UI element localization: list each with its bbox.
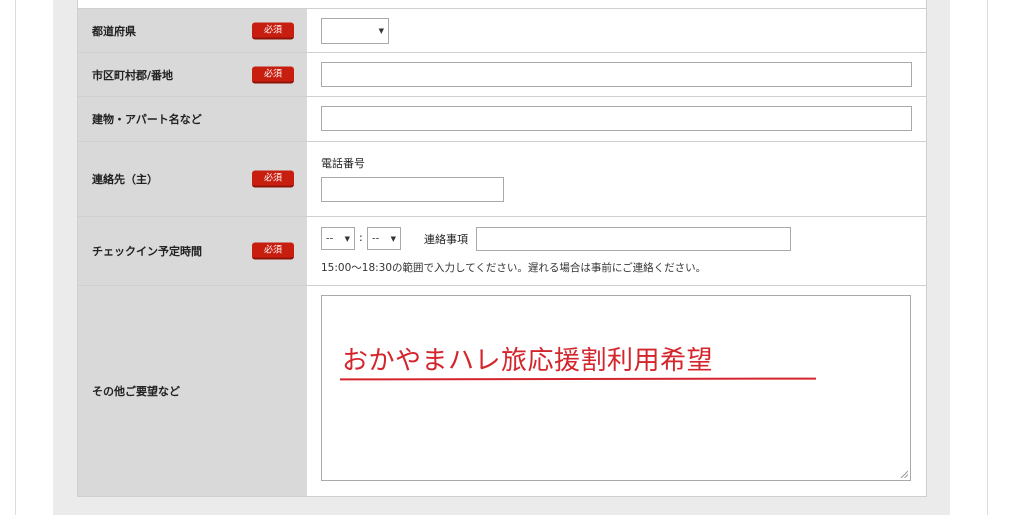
- checkin-minute-select[interactable]: -- ▼: [367, 227, 401, 250]
- required-badge: 必須: [252, 170, 294, 188]
- handwritten-request-text: おかやまハレ旅応援割利用希望: [342, 346, 714, 376]
- field-cell: [307, 53, 926, 96]
- phone-input[interactable]: [321, 177, 504, 202]
- city-address-input[interactable]: [321, 62, 912, 87]
- label-cell: チェックイン予定時間 必須: [78, 217, 307, 285]
- row-checkin: チェックイン予定時間 必須 -- ▼ : -- ▼ 連絡事項 15:00～18:…: [78, 217, 926, 286]
- checkin-label: チェックイン予定時間: [92, 245, 202, 258]
- prefecture-label: 都道府県: [92, 24, 136, 38]
- city-address-label: 市区町村郡/番地: [92, 68, 174, 82]
- other-requests-textarea[interactable]: おかやまハレ旅応援割利用希望: [321, 295, 911, 481]
- building-input[interactable]: [321, 106, 912, 131]
- required-badge: 必須: [252, 242, 294, 260]
- row-prefecture: 都道府県 必須 ▼: [78, 8, 926, 53]
- label-cell: 市区町村郡/番地 必須: [78, 53, 307, 96]
- row-building: 建物・アパート名など: [78, 97, 926, 142]
- label-cell: 連絡先（主） 必須: [78, 142, 307, 216]
- row-contact: 連絡先（主） 必須 電話番号: [78, 142, 926, 217]
- label-cell: その他ご要望など: [78, 286, 307, 496]
- notes-label: 連絡事項: [424, 233, 468, 246]
- prefecture-select[interactable]: ▼: [321, 18, 389, 44]
- field-cell: -- ▼ : -- ▼ 連絡事項 15:00～18:30の範囲で入力してください…: [307, 217, 926, 285]
- checkin-hour-value: --: [326, 233, 334, 244]
- checkin-hour-select[interactable]: -- ▼: [321, 227, 355, 250]
- required-badge: 必須: [252, 66, 294, 83]
- label-cell: 建物・アパート名など: [78, 97, 307, 141]
- field-cell: [307, 97, 926, 141]
- label-cell: 都道府県 必須: [78, 9, 307, 52]
- handwritten-underline: [339, 377, 817, 381]
- checkin-hint: 15:00～18:30の範囲で入力してください。遅れる場合は事前にご連絡ください…: [321, 262, 707, 274]
- time-separator: :: [359, 231, 363, 244]
- row-city-address: 市区町村郡/番地 必須: [78, 53, 926, 97]
- contact-label: 連絡先（主）: [92, 173, 158, 186]
- field-cell: ▼: [307, 9, 926, 52]
- resize-grip-icon[interactable]: [900, 470, 908, 478]
- required-badge: 必須: [252, 22, 294, 39]
- row-other: その他ご要望など おかやまハレ旅応援割利用希望: [78, 286, 926, 496]
- field-cell: おかやまハレ旅応援割利用希望: [307, 286, 926, 496]
- reservation-form: 都道府県 必須 ▼ 市区町村郡/番地 必須 建物・アパート名など 連絡先（主） …: [77, 0, 927, 497]
- caret-down-icon: ▼: [344, 234, 350, 243]
- field-cell: 電話番号: [307, 142, 926, 216]
- caret-down-icon: ▼: [378, 27, 384, 35]
- caret-down-icon: ▼: [390, 234, 396, 243]
- other-label: その他ご要望など: [92, 385, 180, 398]
- building-label: 建物・アパート名など: [92, 113, 202, 126]
- phone-label: 電話番号: [321, 157, 365, 170]
- notes-input[interactable]: [476, 227, 791, 251]
- checkin-minute-value: --: [372, 233, 380, 244]
